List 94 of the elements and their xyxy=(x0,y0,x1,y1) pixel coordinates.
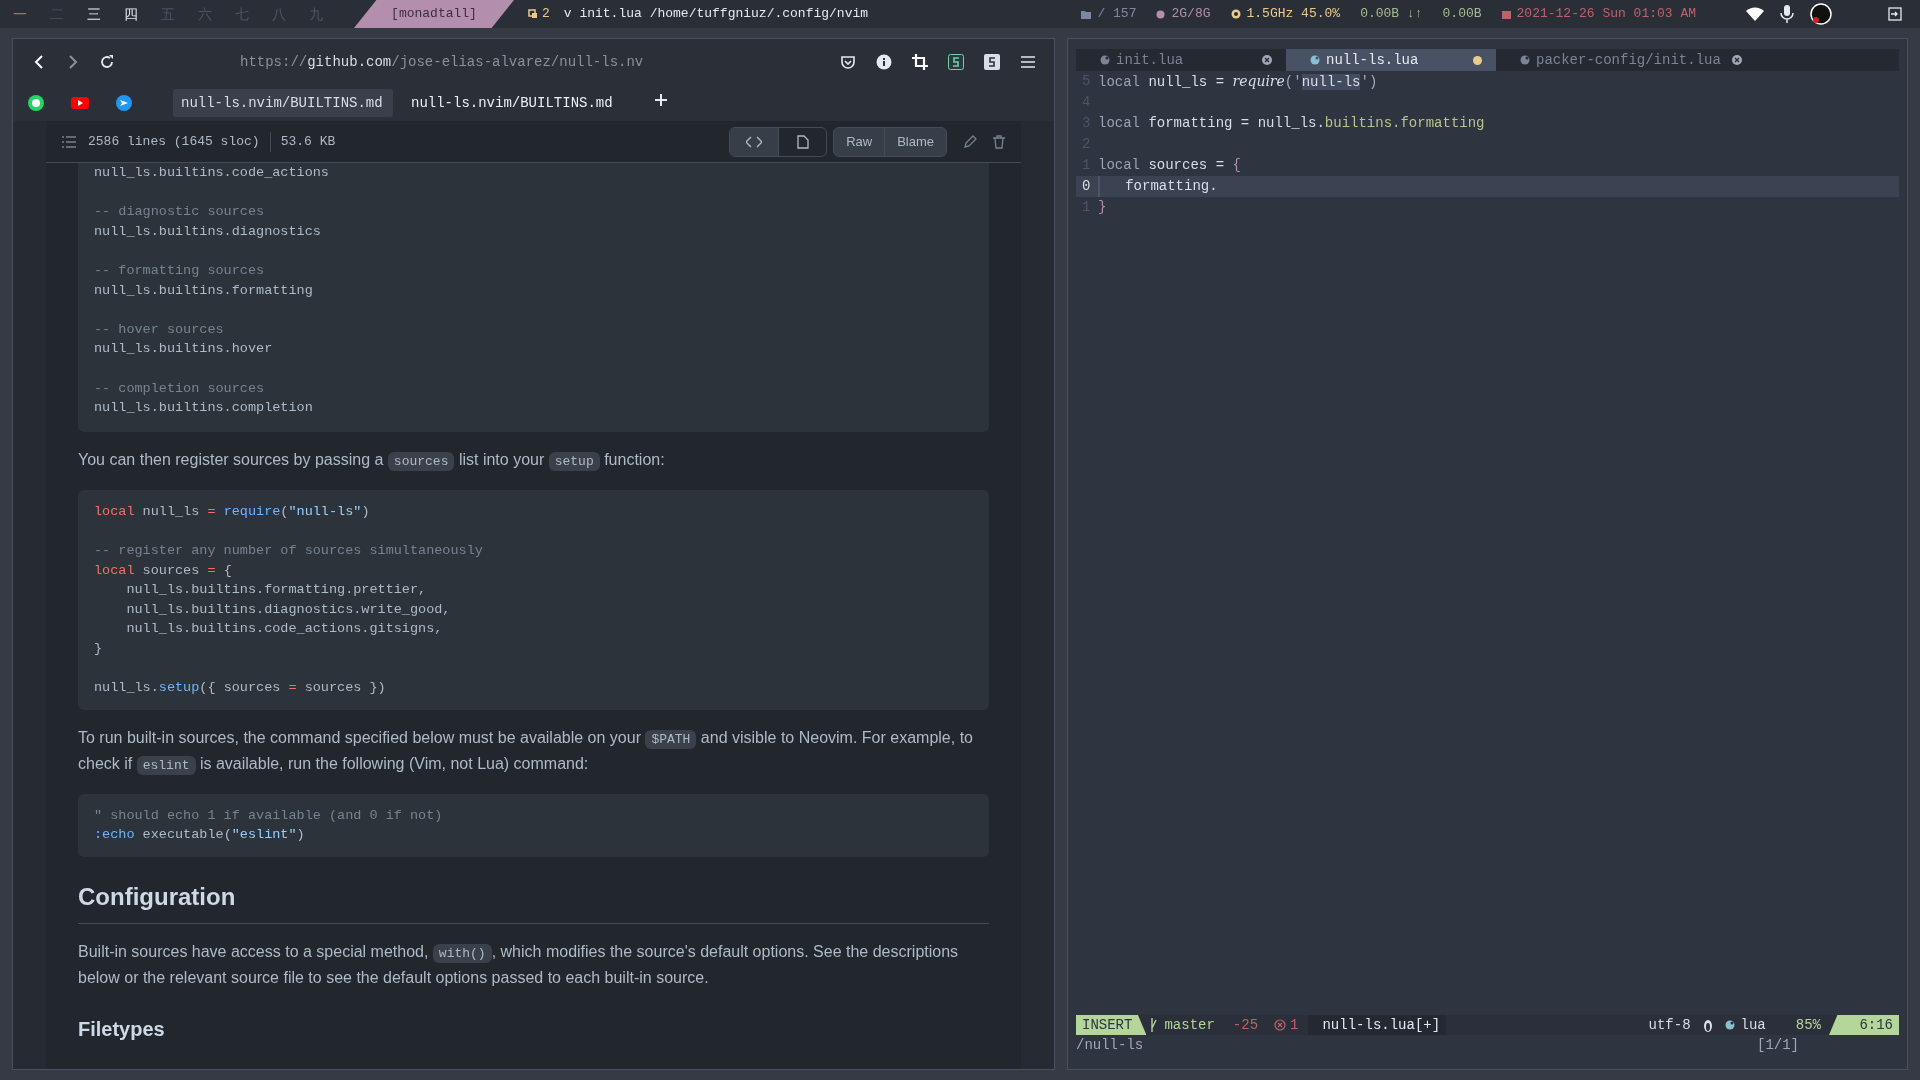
extension-icon[interactable] xyxy=(948,54,964,70)
code-line: -- formatting sources xyxy=(94,261,266,280)
status-widget: 2021-12-26 Sun 01:03 AM xyxy=(1516,5,1696,24)
line-number: 0 xyxy=(1081,177,1092,196)
code-line: local formatting = null_ls.builtins.formatting xyxy=(1098,114,1485,133)
code-line: null_ls.setup({ sources = sources }) xyxy=(94,679,387,698)
code-line: -- hover sources xyxy=(94,320,225,339)
code-line: :echo executable("eslint") xyxy=(94,826,306,845)
status-widget: 1.5GHz 45.0% xyxy=(1246,5,1341,24)
moon-icon xyxy=(1310,55,1320,65)
section-heading: Filetypes xyxy=(78,1016,166,1042)
code-line: null_ls.builtins.formatting.prettier, xyxy=(125,581,428,600)
cursor-position: 6:16 xyxy=(1829,1015,1899,1035)
address-bar[interactable]: https://github.com/jose-elias-alvarez/null-ls.nv xyxy=(240,51,660,73)
modified-dot-icon xyxy=(1473,55,1482,65)
avatar-icon[interactable] xyxy=(1810,3,1832,25)
paragraph: You can then register sources by passing a sources list into your setup function: xyxy=(78,449,666,473)
window-count: 2 xyxy=(542,5,550,24)
error-count: 1 xyxy=(1290,1015,1299,1035)
diff-count: -25 xyxy=(1232,1015,1259,1035)
editor-tab[interactable]: packer-config/init.lua xyxy=(1496,49,1756,71)
file-type: lua xyxy=(1740,1015,1766,1035)
code-line: local sources = { xyxy=(1098,156,1241,175)
editor-tab[interactable]: init.lua xyxy=(1076,49,1286,71)
pencil-icon[interactable] xyxy=(963,134,977,149)
reload-icon[interactable] xyxy=(99,54,115,70)
moon-icon xyxy=(1100,55,1110,65)
info-icon[interactable] xyxy=(876,54,892,70)
code-line: -- register any number of sources simultaneously xyxy=(94,541,484,560)
code-line: } xyxy=(94,639,104,658)
moon-icon xyxy=(1724,1020,1735,1030)
code-line: -- completion sources xyxy=(94,379,266,398)
microphone-icon[interactable] xyxy=(1780,5,1794,23)
paragraph: Built-in sources have access to a special method, with() , which modifies the source's default options. See the descriptions below or the relevant source file to see the default options passed to each built-in source. xyxy=(78,941,960,988)
code-line: " should echo 1 if available (and 0 if not) xyxy=(94,806,444,825)
list-icon[interactable] xyxy=(62,135,76,148)
code-line: local null_ls = require('null-ls') xyxy=(1098,71,1378,92)
workspace-button[interactable]: 四 xyxy=(123,3,139,25)
close-icon[interactable] xyxy=(1732,55,1742,65)
window-icon xyxy=(528,9,538,19)
search-count: [1/1] xyxy=(1757,1035,1799,1055)
send-icon[interactable] xyxy=(115,94,133,112)
code-line: null_ls.builtins.formatting xyxy=(94,281,314,300)
git-branch: master xyxy=(1164,1015,1215,1035)
pocket-icon[interactable] xyxy=(840,54,856,70)
file-name: null-ls.lua[+] xyxy=(1308,1015,1447,1035)
code-line: null_ls.builtins.hover xyxy=(94,340,274,359)
code-line: -- diagnostic sources xyxy=(94,203,266,222)
code-line: local sources = { xyxy=(94,561,233,580)
paragraph: To run built-in sources, the command specified below must be available on your $PATH and visible to Neovim. For example, to check if eslint is available, run the following (Vim, not Lua) command: xyxy=(78,727,974,777)
editor-tab[interactable]: null-ls.lua xyxy=(1286,49,1496,71)
close-icon[interactable] xyxy=(1262,55,1272,65)
status-widget: 0.00B xyxy=(1442,5,1482,24)
scroll-percent: 85% xyxy=(1795,1015,1821,1035)
browser-tab[interactable]: null-ls.nvim/BUILTINS.md xyxy=(173,89,393,117)
code-line: formatting. xyxy=(1098,176,1218,197)
code-line: } xyxy=(1098,198,1107,217)
trash-icon[interactable] xyxy=(993,134,1005,149)
section-heading: Configuration xyxy=(78,878,989,924)
extension-icon[interactable] xyxy=(984,54,1000,70)
code-line: null_ls.builtins.code_actions.gitsigns, xyxy=(125,620,444,639)
file-line-count: 2586 lines (1645 sloc) xyxy=(88,132,260,151)
play-icon[interactable] xyxy=(71,96,89,110)
wifi-icon[interactable] xyxy=(1746,7,1764,21)
window-title: v init.lua /home/tuffgniuz/.config/nvim xyxy=(563,5,869,24)
folder-icon xyxy=(1081,9,1092,19)
workspace-button[interactable]: 三 xyxy=(86,3,102,25)
file-size: 53.6 KB xyxy=(280,132,336,151)
browser-tab[interactable]: null-ls.nvim/BUILTINS.md xyxy=(403,89,623,117)
file-encoding: utf-8 xyxy=(1648,1015,1691,1035)
code-line: local null_ls = require("null-ls") xyxy=(94,502,371,521)
file-action-button[interactable]: Raw xyxy=(834,127,885,156)
layout-indicator: [monadtall] xyxy=(354,0,514,28)
code-line: null_ls.builtins.diagnostics.write_good, xyxy=(125,600,452,619)
status-widget: 2G/8G xyxy=(1171,5,1211,24)
code-view-button[interactable] xyxy=(730,127,779,156)
error-icon xyxy=(1274,1019,1287,1031)
file-icon xyxy=(796,134,809,149)
code-line: null_ls.builtins.diagnostics xyxy=(94,222,322,241)
status-widget: / 157 xyxy=(1097,5,1137,24)
menu-icon[interactable] xyxy=(1020,55,1036,69)
crop-icon[interactable] xyxy=(912,54,928,70)
workspace-button[interactable]: 一 xyxy=(12,3,28,25)
code-line: null_ls.builtins.code_actions xyxy=(94,164,330,182)
command-line[interactable]: /null-ls xyxy=(1076,1034,1144,1056)
moon-icon xyxy=(1520,55,1530,65)
branch-icon xyxy=(1150,1018,1159,1032)
mode-indicator: INSERT xyxy=(1076,1015,1147,1035)
code-line: null_ls.builtins.completion xyxy=(94,399,314,418)
logout-icon[interactable] xyxy=(1888,7,1902,21)
new-tab-icon[interactable] xyxy=(655,94,667,106)
file-action-button[interactable]: Blame xyxy=(884,127,946,156)
code-icon xyxy=(746,135,763,148)
status-widget: 0.00B ↓↑ xyxy=(1360,5,1423,24)
